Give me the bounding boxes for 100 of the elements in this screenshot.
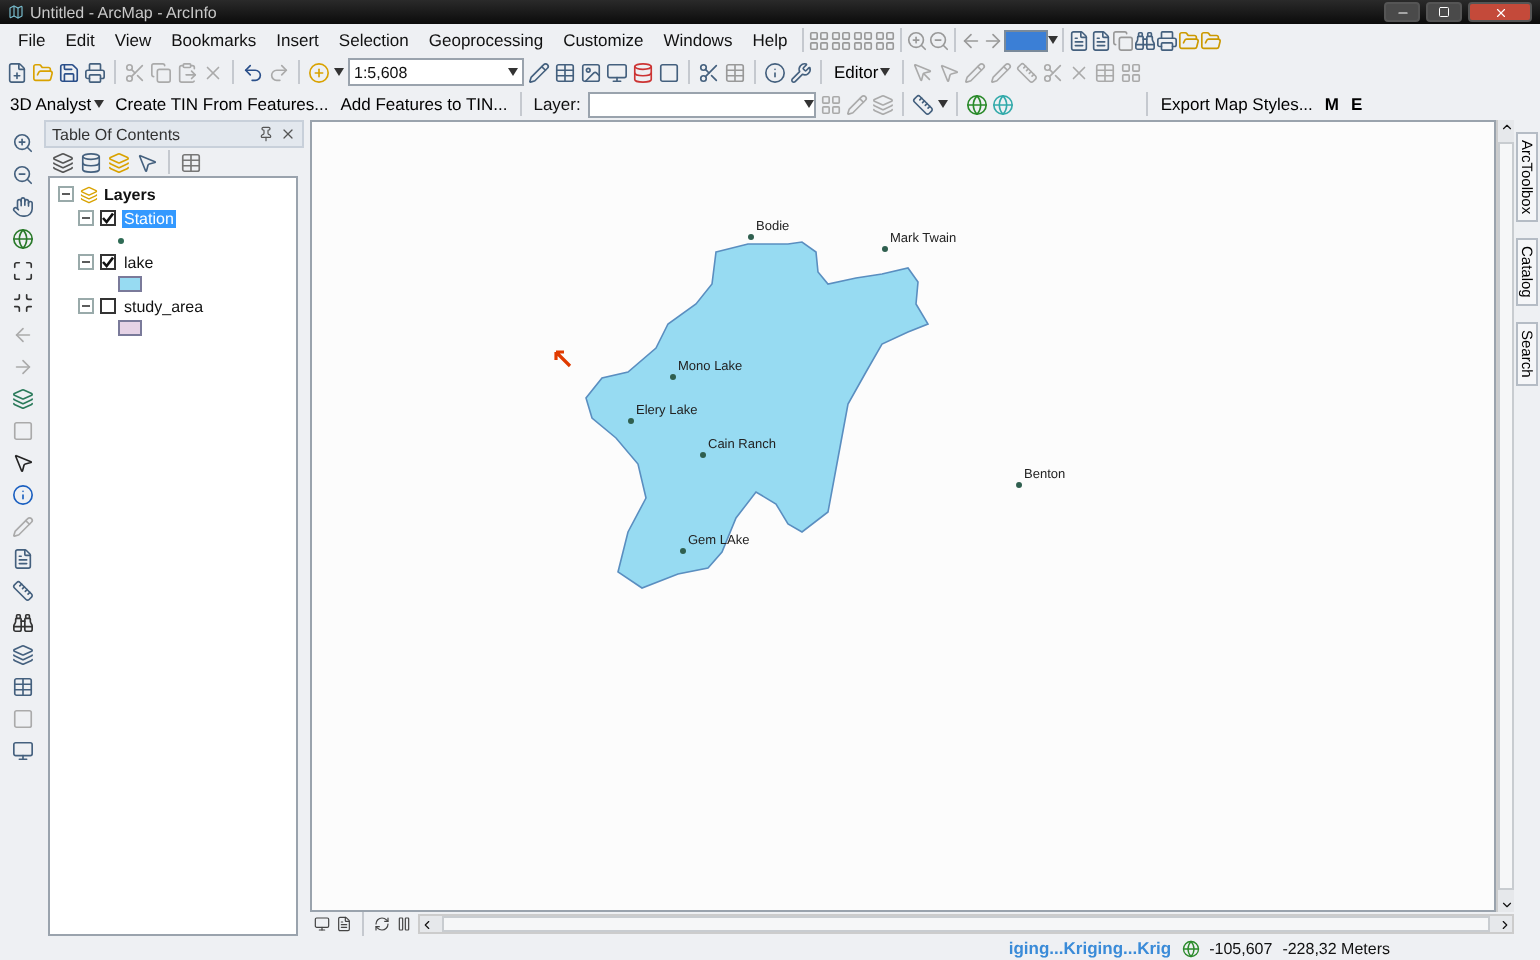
pencil-icon[interactable] xyxy=(528,61,550,83)
info-icon[interactable] xyxy=(764,61,786,83)
toolbar-button[interactable]: M xyxy=(1320,94,1343,114)
scissors-icon[interactable] xyxy=(698,61,720,83)
fixed-zoom-out-icon[interactable] xyxy=(11,292,33,314)
pan-icon[interactable] xyxy=(11,196,33,218)
caret-icon xyxy=(508,68,518,76)
collapse-icon[interactable] xyxy=(78,254,94,270)
table-icon[interactable] xyxy=(11,676,33,698)
scroll-up-icon[interactable] xyxy=(1499,120,1513,134)
note-icon[interactable] xyxy=(11,548,33,570)
caret-icon xyxy=(880,68,891,76)
layer-name[interactable]: study_area xyxy=(122,297,206,315)
page-icon[interactable] xyxy=(1067,29,1090,51)
close-icon[interactable] xyxy=(280,126,296,142)
layers-icon xyxy=(80,185,98,203)
menu-item[interactable]: View xyxy=(104,30,162,50)
menu-item[interactable]: Selection xyxy=(328,30,419,50)
collapse-icon[interactable] xyxy=(78,298,94,314)
printer-icon[interactable] xyxy=(1155,29,1178,51)
binoculars-icon[interactable] xyxy=(1133,29,1156,51)
x-coordinate: -105,607 xyxy=(1209,939,1273,957)
zoom-out-icon[interactable] xyxy=(11,164,33,186)
monitor-icon[interactable] xyxy=(11,740,33,762)
3d-analyst-menu[interactable]: 3D Analyst xyxy=(6,94,108,114)
scroll-right-icon[interactable] xyxy=(1498,917,1512,931)
menu-item[interactable]: Insert xyxy=(266,30,329,50)
scroll-left-icon[interactable] xyxy=(420,917,434,931)
identify-icon[interactable] xyxy=(11,484,33,506)
globe-icon xyxy=(1181,939,1200,957)
menu-item[interactable]: Edit xyxy=(55,30,105,50)
layer-name[interactable]: lake xyxy=(122,253,156,271)
pin-icon[interactable] xyxy=(258,126,274,142)
pause-icon[interactable] xyxy=(396,916,412,932)
collapse-icon[interactable] xyxy=(78,210,94,226)
minimize-button[interactable] xyxy=(1384,2,1420,22)
print-icon[interactable] xyxy=(84,61,106,83)
image-icon[interactable] xyxy=(580,61,602,83)
menu-item[interactable]: Windows xyxy=(653,30,743,50)
caret-icon xyxy=(1047,36,1058,44)
layer-dropdown[interactable] xyxy=(588,91,817,117)
profile-icon[interactable] xyxy=(912,93,935,115)
globe-icon[interactable] xyxy=(11,228,33,250)
menu-item[interactable]: Help xyxy=(742,30,798,50)
y-coordinate: -228,32 Meters xyxy=(1282,939,1390,957)
data-view-icon[interactable] xyxy=(314,916,330,932)
scrollbar-thumb[interactable] xyxy=(442,916,1490,932)
binoculars-icon[interactable] xyxy=(11,612,33,634)
scale-field[interactable]: 1:5,608 xyxy=(348,58,524,86)
list-by-drawing-order-icon[interactable] xyxy=(52,151,74,173)
toolbar-command[interactable]: Add Features to TIN... xyxy=(336,94,512,114)
layer-checkbox[interactable] xyxy=(100,210,116,226)
toolbar-command[interactable]: Create TIN From Features... xyxy=(111,94,333,114)
globe-icon[interactable] xyxy=(966,93,989,115)
ruler-icon[interactable] xyxy=(11,580,33,602)
refresh-icon[interactable] xyxy=(374,916,390,932)
list-by-selection-icon[interactable] xyxy=(136,151,158,173)
station-point xyxy=(680,548,686,554)
caret-icon xyxy=(804,100,815,108)
arrow-icon xyxy=(554,350,572,368)
zoom-in-icon[interactable] xyxy=(11,132,33,154)
caret-icon xyxy=(334,68,344,76)
color-field[interactable] xyxy=(1003,29,1048,51)
undo-icon[interactable] xyxy=(242,61,264,83)
menu-item[interactable]: File xyxy=(8,30,56,50)
window-icon[interactable] xyxy=(606,61,628,83)
toolbar-button[interactable]: E xyxy=(1347,94,1367,114)
database-icon[interactable] xyxy=(632,61,654,83)
new-file-icon[interactable] xyxy=(6,61,28,83)
layer-checkbox[interactable] xyxy=(100,298,116,314)
select-features-icon[interactable] xyxy=(11,388,33,410)
pointer-icon[interactable] xyxy=(11,452,33,474)
close-icon xyxy=(1493,5,1507,19)
data-frame-name[interactable]: Layers xyxy=(104,185,156,203)
layer-label: Layer: xyxy=(531,94,583,114)
wrench-icon[interactable] xyxy=(790,61,812,83)
frame-icon[interactable] xyxy=(658,61,680,83)
export-map-styles-button[interactable]: Export Map Styles... xyxy=(1156,94,1317,114)
menu-item[interactable]: Customize xyxy=(553,30,654,50)
editor-menu[interactable]: Editor xyxy=(830,62,895,82)
table-icon[interactable] xyxy=(554,61,576,83)
collapse-icon[interactable] xyxy=(58,186,74,202)
status-message: iging...Kriging...Krig xyxy=(1008,938,1172,958)
scroll-down-icon[interactable] xyxy=(1499,898,1513,912)
menu-item[interactable]: Bookmarks xyxy=(161,30,267,50)
layout-view-icon[interactable] xyxy=(336,916,352,932)
layer-checkbox[interactable] xyxy=(100,254,116,270)
layers-icon[interactable] xyxy=(11,644,33,666)
list-by-source-icon[interactable] xyxy=(80,151,102,173)
options-icon[interactable] xyxy=(180,151,202,173)
station-point xyxy=(882,246,888,252)
save-icon[interactable] xyxy=(58,61,80,83)
fixed-zoom-in-icon[interactable] xyxy=(11,260,33,282)
caret-icon xyxy=(938,100,949,108)
station-point xyxy=(748,234,754,240)
window-title: Untitled - ArcMap - ArcInfo xyxy=(30,3,219,21)
page-icon[interactable] xyxy=(1089,29,1112,51)
scrollbar-thumb[interactable] xyxy=(1498,142,1514,890)
maximize-button[interactable] xyxy=(1426,2,1462,22)
menu-item[interactable]: Geoprocessing xyxy=(418,30,554,50)
